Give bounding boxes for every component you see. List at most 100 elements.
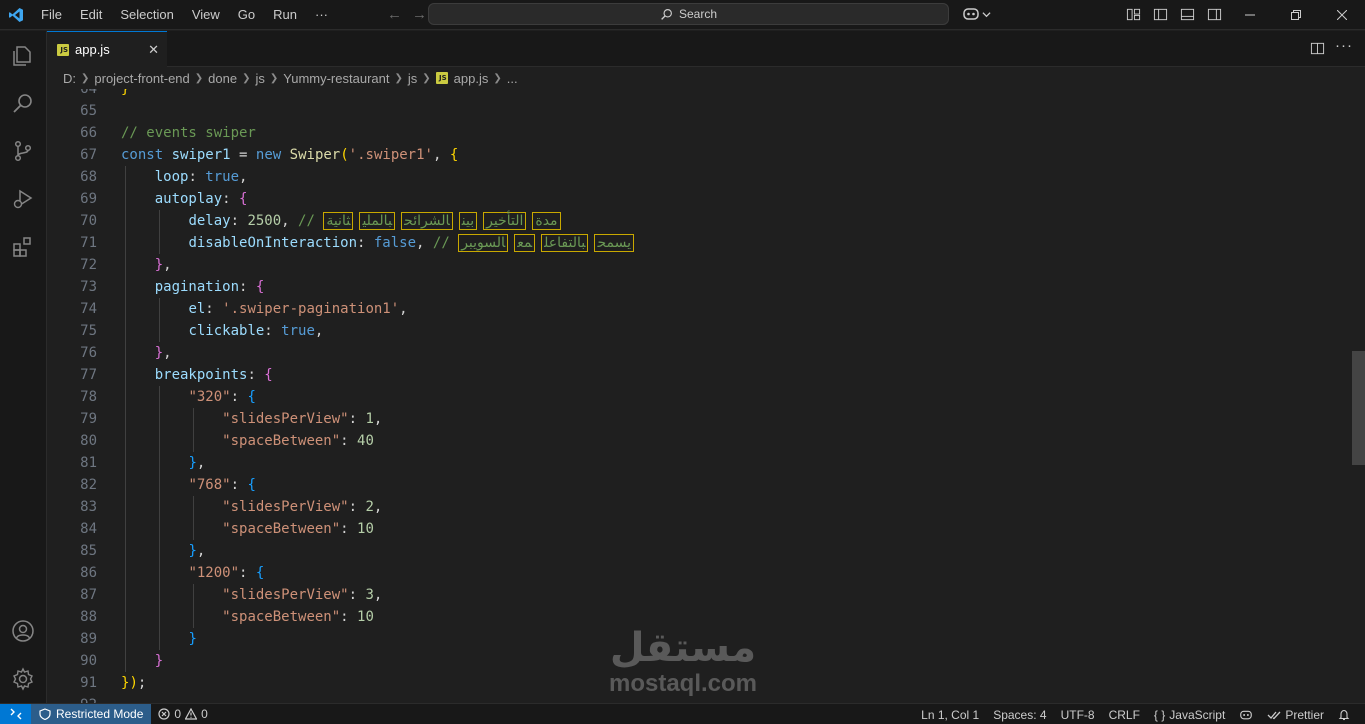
breadcrumb-file[interactable]: app.js bbox=[454, 71, 489, 86]
breadcrumb-folder[interactable]: Yummy-restaurant bbox=[283, 71, 389, 86]
restricted-mode-button[interactable]: Restricted Mode bbox=[31, 703, 152, 724]
split-editor-icon[interactable] bbox=[1310, 41, 1325, 56]
copilot-status[interactable] bbox=[1232, 709, 1260, 721]
string-key: "slidesPerView" bbox=[222, 411, 349, 427]
code-line: breakpoints: { bbox=[121, 364, 640, 386]
number-literal: 10 bbox=[357, 609, 374, 625]
indentation[interactable]: Spaces: 4 bbox=[986, 708, 1053, 722]
problems-indicator[interactable]: 0 0 bbox=[151, 707, 214, 721]
code-line: "slidesPerView": 1, bbox=[121, 408, 640, 430]
minimize-button[interactable] bbox=[1227, 0, 1273, 30]
line-number: 67 bbox=[80, 147, 97, 163]
command-center-search[interactable]: Search bbox=[428, 3, 949, 25]
prettier-label: Prettier bbox=[1285, 707, 1324, 722]
braces-icon: { } bbox=[1153, 707, 1166, 722]
breadcrumb-folder[interactable]: js bbox=[408, 71, 417, 86]
property-key: pagination bbox=[154, 279, 240, 295]
number-literal: 2 bbox=[365, 499, 374, 515]
toggle-panel-icon[interactable] bbox=[1180, 7, 1195, 22]
code-line: loop: true, bbox=[121, 166, 640, 188]
language-mode[interactable]: { } JavaScript bbox=[1147, 708, 1232, 722]
warning-count: 0 bbox=[201, 707, 208, 721]
tab-app-js[interactable]: JS app.js ✕ bbox=[47, 31, 167, 67]
end-of-line[interactable]: CRLF bbox=[1102, 708, 1147, 722]
line-number: 66 bbox=[80, 125, 97, 141]
vertical-scrollbar[interactable] bbox=[1351, 89, 1365, 703]
breadcrumb: D: ❯ project-front-end ❯ done ❯ js ❯ Yum… bbox=[47, 67, 1365, 89]
search-view-icon[interactable] bbox=[10, 90, 36, 116]
status-bar: Restricted Mode 0 0 Ln 1, Col 1 Spaces: … bbox=[0, 703, 1365, 724]
extensions-icon[interactable] bbox=[10, 234, 36, 260]
chevron-right-icon: ❯ bbox=[493, 72, 502, 84]
scrollbar-thumb[interactable] bbox=[1352, 351, 1365, 465]
menu-file[interactable]: File bbox=[32, 0, 71, 30]
breadcrumb-folder[interactable]: project-front-end bbox=[94, 71, 189, 86]
line-number: 79 bbox=[80, 411, 97, 427]
forward-arrow-icon[interactable]: → bbox=[412, 6, 427, 23]
code-line: "spaceBetween": 10 bbox=[121, 518, 640, 540]
explorer-icon[interactable] bbox=[10, 43, 36, 69]
number-literal: 2500 bbox=[247, 213, 282, 229]
breadcrumb-folder[interactable]: js bbox=[255, 71, 264, 86]
line-number: 64 bbox=[80, 89, 97, 97]
close-icon bbox=[1337, 10, 1347, 20]
more-actions-icon[interactable]: ··· bbox=[1335, 37, 1353, 54]
run-debug-icon[interactable] bbox=[10, 186, 36, 212]
code-line: // events swiper bbox=[121, 122, 640, 144]
breadcrumb-drive[interactable]: D: bbox=[63, 71, 76, 86]
comment: // bbox=[432, 235, 450, 251]
encoding[interactable]: UTF-8 bbox=[1054, 708, 1102, 722]
string-literal: '.swiper1' bbox=[348, 147, 433, 163]
back-arrow-icon[interactable]: ← bbox=[387, 6, 402, 23]
comment: // bbox=[298, 213, 315, 229]
code-editor[interactable]: 64 65 66 67 68 69 70 71 72 73 74 75 76 77 78 79 80 81 82 83… bbox=[47, 89, 1365, 703]
remote-indicator-button[interactable] bbox=[0, 703, 31, 724]
line-number: 86 bbox=[80, 565, 97, 581]
menu-view[interactable]: View bbox=[183, 0, 229, 30]
watermark-latin: mostaql.com bbox=[608, 670, 758, 697]
line-number: 92 bbox=[47, 694, 97, 703]
restore-button[interactable] bbox=[1273, 0, 1319, 30]
watermark-logo: مستقل mostaql.com bbox=[598, 625, 768, 705]
prettier-status[interactable]: Prettier bbox=[1260, 708, 1331, 722]
menu-edit[interactable]: Edit bbox=[71, 0, 111, 30]
minimize-icon bbox=[1245, 14, 1255, 16]
manage-gear-icon[interactable] bbox=[10, 666, 36, 692]
breadcrumb-symbol[interactable]: ... bbox=[507, 71, 518, 86]
activity-bar bbox=[0, 31, 47, 703]
arabic-comment: يسمحبالتفاعلمعالسويبر bbox=[458, 234, 640, 252]
line-number: 89 bbox=[80, 631, 97, 647]
copilot-icon bbox=[963, 8, 979, 20]
code-line: }, bbox=[121, 254, 640, 276]
variable-name: swiper1 bbox=[171, 147, 231, 163]
line-number: 71 bbox=[80, 235, 97, 251]
copilot-menu[interactable] bbox=[962, 6, 991, 22]
source-control-icon[interactable] bbox=[10, 138, 36, 164]
property-key: autoplay bbox=[154, 191, 223, 207]
notifications-button[interactable] bbox=[1331, 709, 1357, 721]
close-window-button[interactable] bbox=[1319, 0, 1365, 30]
menu-selection[interactable]: Selection bbox=[111, 0, 182, 30]
string-key: "spaceBetween" bbox=[222, 521, 341, 537]
customize-layout-icon[interactable] bbox=[1126, 7, 1141, 22]
breadcrumb-folder[interactable]: done bbox=[208, 71, 237, 86]
tab-label: app.js bbox=[75, 42, 110, 57]
menu-go[interactable]: Go bbox=[229, 0, 264, 30]
property-key: delay bbox=[188, 213, 231, 229]
menu-run[interactable]: Run bbox=[264, 0, 306, 30]
chevron-right-icon: ❯ bbox=[269, 72, 279, 84]
line-number: 69 bbox=[80, 191, 97, 207]
code-line: "1200": { bbox=[121, 562, 640, 584]
cursor-position[interactable]: Ln 1, Col 1 bbox=[914, 708, 986, 722]
toggle-primary-sidebar-icon[interactable] bbox=[1153, 7, 1168, 22]
line-number: 78 bbox=[80, 389, 97, 405]
tab-close-icon[interactable]: ✕ bbox=[148, 42, 159, 58]
line-number: 77 bbox=[80, 367, 97, 383]
toggle-secondary-sidebar-icon[interactable] bbox=[1207, 7, 1222, 22]
number-literal: 3 bbox=[365, 587, 374, 603]
line-number: 70 bbox=[80, 213, 97, 229]
accounts-icon[interactable] bbox=[10, 618, 36, 644]
menu-more[interactable]: ··· bbox=[306, 0, 337, 30]
